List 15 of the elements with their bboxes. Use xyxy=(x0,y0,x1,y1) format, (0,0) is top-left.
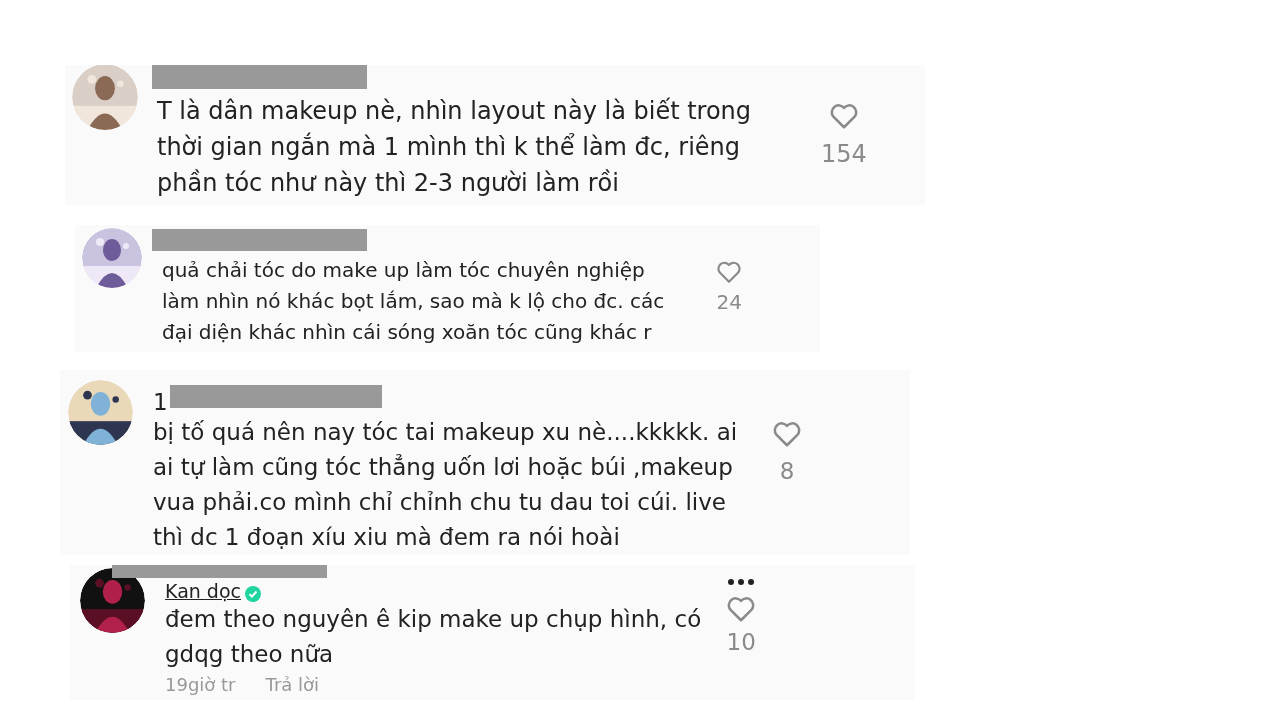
comment-text: T là dân makeup nè, nhìn layout này là biết trong thời gian ngắn mà 1 mình thì k thể làm đc, riêng phần tóc như này thì 2-3 người làm rồi xyxy=(157,96,752,199)
username[interactable]: 1 xyxy=(153,389,168,415)
heart-icon[interactable] xyxy=(828,102,859,130)
comment-text: bị tố quá nên nay tóc tai makeup xu nè....kkkkk. ai ai tự làm cũng tóc thẳng uốn lơi hoặc búi ,makeup vua phải.co mình chỉ chỉnh chu tu dau toi cúi. live thì dc 1 đoạn xíu xiu mà đem ra nói hoài xyxy=(153,418,738,552)
timestamp: 19giờ tr xyxy=(165,674,236,696)
username[interactable]: Kan dọc xyxy=(165,580,241,602)
like-count: 154 xyxy=(821,140,867,168)
comment-text: đem theo nguyên ê kip make up chụp hình, có gdqg theo nữa xyxy=(165,605,702,669)
heart-icon[interactable] xyxy=(726,595,757,623)
heart-icon[interactable] xyxy=(716,260,743,284)
like-count: 8 xyxy=(779,458,795,484)
like-count: 10 xyxy=(726,629,756,655)
like-count: 24 xyxy=(716,290,742,314)
comment-text: quả chải tóc do make up làm tóc chuyên nghiệp làm nhìn nó khác bọt lắm, sao mà k lộ cho đc. các đại diện khác nhìn cái sóng xoăn tóc cũng khác r xyxy=(162,257,665,346)
heart-icon[interactable] xyxy=(772,420,803,448)
